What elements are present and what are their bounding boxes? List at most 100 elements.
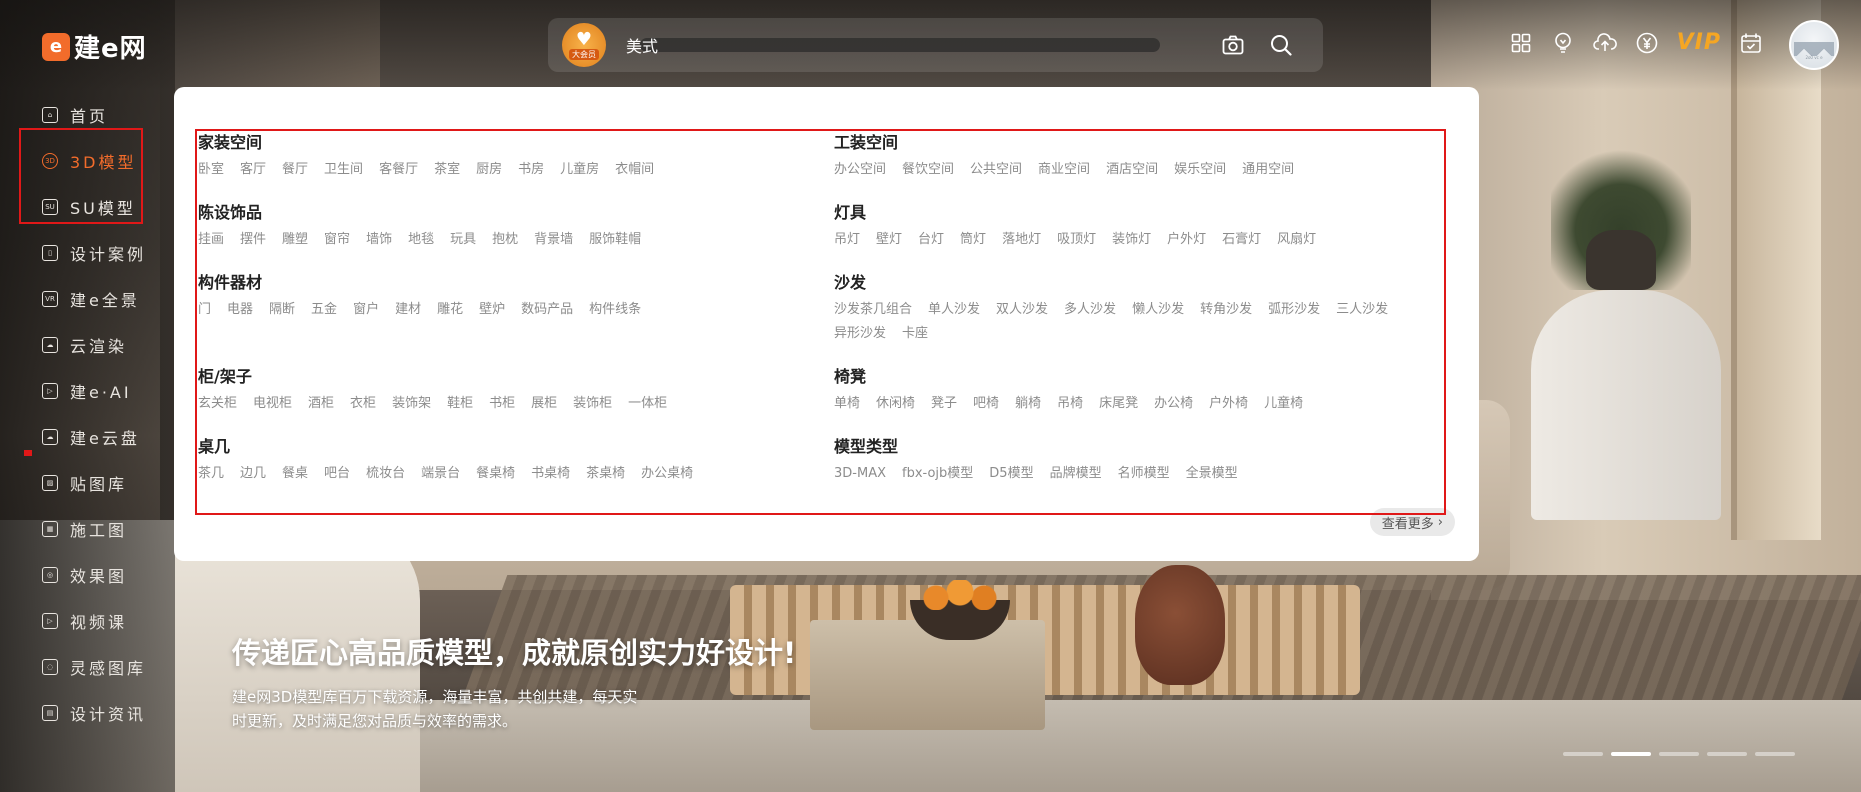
- category-item-link[interactable]: 茶桌椅: [586, 465, 625, 483]
- apps-grid-icon[interactable]: [1509, 31, 1533, 55]
- category-item-link[interactable]: 商业空间: [1038, 161, 1090, 179]
- sidebar-item-11[interactable]: ▷ 视频课: [0, 598, 160, 644]
- category-item-link[interactable]: 客餐厅: [379, 161, 418, 179]
- category-item-link[interactable]: 墙饰: [366, 231, 392, 249]
- category-item-link[interactable]: 办公椅: [1154, 395, 1193, 413]
- calendar-checkin-icon[interactable]: [1739, 31, 1763, 55]
- category-item-link[interactable]: 娱乐空间: [1174, 161, 1226, 179]
- search-input[interactable]: 美式: [626, 33, 1221, 57]
- category-item-link[interactable]: 展柜: [531, 395, 557, 413]
- category-item-link[interactable]: 单人沙发: [928, 301, 980, 319]
- category-item-link[interactable]: 吊椅: [1057, 395, 1083, 413]
- category-title[interactable]: 构件器材: [198, 271, 818, 295]
- category-item-link[interactable]: 风扇灯: [1277, 231, 1316, 249]
- category-item-link[interactable]: 办公空间: [834, 161, 886, 179]
- category-item-link[interactable]: 多人沙发: [1064, 301, 1116, 319]
- carousel-dot[interactable]: [1707, 752, 1747, 756]
- sidebar-item-3[interactable]: ▯ 设计案例: [0, 230, 160, 276]
- category-item-link[interactable]: 地毯: [408, 231, 434, 249]
- category-item-link[interactable]: 床尾凳: [1099, 395, 1138, 413]
- sidebar-item-12[interactable]: ◌ 灵感图库: [0, 644, 160, 690]
- carousel-dot[interactable]: [1563, 752, 1603, 756]
- category-item-link[interactable]: 衣帽间: [615, 161, 654, 179]
- category-item-link[interactable]: 凳子: [931, 395, 957, 413]
- sidebar-item-13[interactable]: ▤ 设计资讯: [0, 690, 160, 736]
- category-title[interactable]: 沙发: [834, 271, 1454, 295]
- category-title[interactable]: 工装空间: [834, 131, 1454, 155]
- category-item-link[interactable]: 衣柜: [350, 395, 376, 413]
- search-bar[interactable]: ♥ 大会员 美式: [548, 18, 1323, 72]
- category-item-link[interactable]: 石膏灯: [1222, 231, 1261, 249]
- category-item-link[interactable]: 雕塑: [282, 231, 308, 249]
- category-item-link[interactable]: 鞋柜: [447, 395, 473, 413]
- category-item-link[interactable]: 端景台: [421, 465, 460, 483]
- category-item-link[interactable]: 壁炉: [479, 301, 505, 319]
- category-item-link[interactable]: 卫生间: [324, 161, 363, 179]
- category-item-link[interactable]: 转角沙发: [1200, 301, 1252, 319]
- category-item-link[interactable]: 躺椅: [1015, 395, 1041, 413]
- category-item-link[interactable]: 儿童房: [560, 161, 599, 179]
- category-title[interactable]: 灯具: [834, 201, 1454, 225]
- category-item-link[interactable]: 客厅: [240, 161, 266, 179]
- member-badge[interactable]: ♥ 大会员: [562, 23, 606, 67]
- sidebar-item-4[interactable]: VR 建e全景: [0, 276, 160, 322]
- category-title[interactable]: 桌几: [198, 435, 818, 459]
- category-item-link[interactable]: 餐桌: [282, 465, 308, 483]
- lightbulb-icon[interactable]: [1551, 31, 1575, 55]
- category-item-link[interactable]: D5模型: [989, 465, 1033, 483]
- category-item-link[interactable]: 户外灯: [1167, 231, 1206, 249]
- category-item-link[interactable]: 服饰鞋帽: [589, 231, 641, 249]
- category-item-link[interactable]: 边几: [240, 465, 266, 483]
- category-item-link[interactable]: 双人沙发: [996, 301, 1048, 319]
- category-item-link[interactable]: 卧室: [198, 161, 224, 179]
- category-item-link[interactable]: 吧台: [324, 465, 350, 483]
- category-title[interactable]: 模型类型: [834, 435, 1454, 459]
- user-avatar[interactable]: 2o0 vc e: [1789, 20, 1839, 70]
- category-item-link[interactable]: 雕花: [437, 301, 463, 319]
- sidebar-item-10[interactable]: ◎ 效果图: [0, 552, 160, 598]
- category-item-link[interactable]: 全景模型: [1186, 465, 1238, 483]
- category-item-link[interactable]: 餐厅: [282, 161, 308, 179]
- view-more-button[interactable]: 查看更多 ›: [1369, 508, 1455, 536]
- category-item-link[interactable]: 电器: [227, 301, 253, 319]
- category-item-link[interactable]: 户外椅: [1209, 395, 1248, 413]
- site-logo[interactable]: e 建e网: [42, 28, 147, 65]
- cloud-upload-icon[interactable]: [1592, 31, 1617, 55]
- category-item-link[interactable]: 异形沙发: [834, 325, 886, 343]
- category-item-link[interactable]: 摆件: [240, 231, 266, 249]
- category-item-link[interactable]: 台灯: [918, 231, 944, 249]
- category-item-link[interactable]: 挂画: [198, 231, 224, 249]
- category-item-link[interactable]: 沙发茶几组合: [834, 301, 912, 319]
- category-item-link[interactable]: 茶几: [198, 465, 224, 483]
- yuan-coin-icon[interactable]: [1635, 31, 1659, 55]
- category-item-link[interactable]: 3D-MAX: [834, 465, 886, 483]
- category-item-link[interactable]: 梳妆台: [366, 465, 405, 483]
- category-item-link[interactable]: 弧形沙发: [1268, 301, 1320, 319]
- category-item-link[interactable]: 一体柜: [628, 395, 667, 413]
- category-item-link[interactable]: 窗户: [353, 301, 379, 319]
- category-item-link[interactable]: 窗帘: [324, 231, 350, 249]
- sidebar-item-9[interactable]: ▦ 施工图: [0, 506, 160, 552]
- category-item-link[interactable]: 品牌模型: [1050, 465, 1102, 483]
- category-item-link[interactable]: 餐桌椅: [476, 465, 515, 483]
- carousel-dot[interactable]: [1755, 752, 1795, 756]
- category-item-link[interactable]: 书房: [518, 161, 544, 179]
- category-title[interactable]: 柜/架子: [198, 365, 818, 389]
- category-item-link[interactable]: 玩具: [450, 231, 476, 249]
- category-item-link[interactable]: 茶室: [434, 161, 460, 179]
- category-item-link[interactable]: 装饰架: [392, 395, 431, 413]
- category-item-link[interactable]: 吧椅: [973, 395, 999, 413]
- category-item-link[interactable]: 懒人沙发: [1132, 301, 1184, 319]
- sidebar-item-8[interactable]: ▨ 贴图库: [0, 460, 160, 506]
- carousel-dot[interactable]: [1611, 752, 1651, 756]
- carousel-dot[interactable]: [1659, 752, 1699, 756]
- sidebar-item-5[interactable]: ☁ 云渲染: [0, 322, 160, 368]
- category-item-link[interactable]: 办公桌椅: [641, 465, 693, 483]
- category-item-link[interactable]: 休闲椅: [876, 395, 915, 413]
- category-title[interactable]: 椅凳: [834, 365, 1454, 389]
- category-item-link[interactable]: 装饰灯: [1112, 231, 1151, 249]
- category-item-link[interactable]: 筒灯: [960, 231, 986, 249]
- category-item-link[interactable]: 公共空间: [970, 161, 1022, 179]
- category-title[interactable]: 陈设饰品: [198, 201, 818, 225]
- vip-button[interactable]: VIP: [1677, 30, 1721, 55]
